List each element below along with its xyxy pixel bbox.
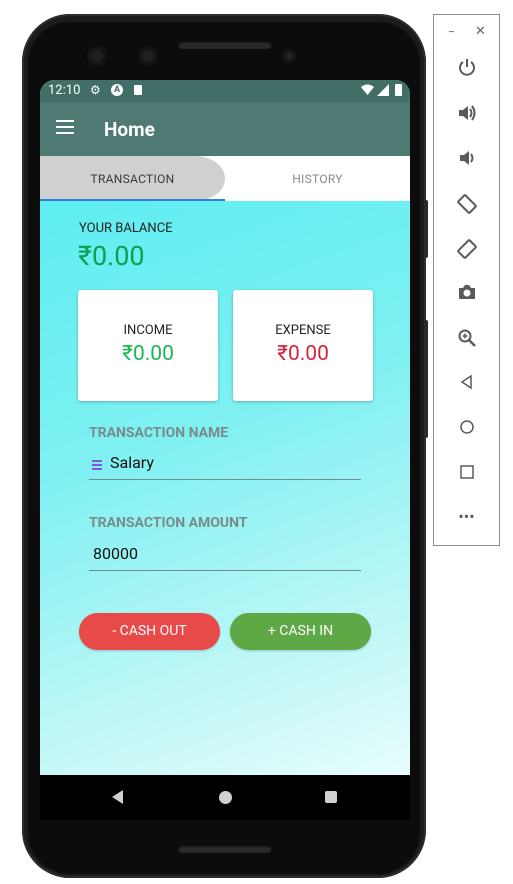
power-button-hw xyxy=(424,200,428,258)
volume-down-icon[interactable] xyxy=(434,148,499,173)
expense-label: EXPENSE xyxy=(275,323,331,338)
income-card: INCOME ₹0.00 xyxy=(78,290,218,401)
expense-card: EXPENSE ₹0.00 xyxy=(233,290,373,401)
device-screen: 12:10 ⚙ A Home TRANSACTION HISTORY YOUR … xyxy=(40,80,410,775)
close-icon[interactable]: ✕ xyxy=(475,24,486,39)
back-icon[interactable] xyxy=(434,374,499,395)
home-icon[interactable] xyxy=(434,419,499,440)
transaction-name-label: TRANSACTION NAME xyxy=(89,425,229,441)
tab-bar: TRANSACTION HISTORY xyxy=(40,156,410,201)
income-value: ₹0.00 xyxy=(122,342,174,366)
cash-out-button[interactable]: - CASH OUT xyxy=(79,613,220,650)
minimize-icon[interactable]: − xyxy=(448,25,455,39)
transaction-amount-label: TRANSACTION AMOUNT xyxy=(89,515,248,531)
tab-transaction[interactable]: TRANSACTION xyxy=(40,156,225,201)
status-time: 12:10 xyxy=(48,83,81,98)
balance-label: YOUR BALANCE xyxy=(79,221,173,236)
rotate-right-icon[interactable] xyxy=(434,238,499,265)
battery-icon xyxy=(395,84,402,96)
front-camera-left xyxy=(89,48,105,64)
zoom-icon[interactable] xyxy=(434,328,499,353)
app-bar: Home xyxy=(40,102,410,156)
volume-button-hw xyxy=(424,320,428,438)
status-bar: 12:10 ⚙ A xyxy=(40,80,410,102)
sd-card-icon xyxy=(134,85,142,95)
balance-value: ₹0.00 xyxy=(78,240,145,272)
signal-icon xyxy=(377,84,389,99)
power-icon[interactable] xyxy=(434,57,499,82)
wifi-icon xyxy=(361,84,374,99)
transaction-panel: YOUR BALANCE ₹0.00 INCOME ₹0.00 EXPENSE … xyxy=(40,201,410,775)
navigation-bar xyxy=(40,775,410,820)
more-icon[interactable]: ••• xyxy=(434,507,499,526)
front-camera-right xyxy=(140,48,156,64)
nav-recents-icon[interactable] xyxy=(325,791,337,803)
rotate-left-icon[interactable] xyxy=(434,193,499,220)
nav-home-icon[interactable] xyxy=(219,791,232,804)
earpiece-speaker xyxy=(178,41,272,49)
hamburger-menu-icon[interactable] xyxy=(56,120,74,134)
expense-value: ₹0.00 xyxy=(277,342,329,366)
overview-icon[interactable] xyxy=(434,464,499,485)
nav-back-icon[interactable] xyxy=(112,790,123,804)
emulator-toolbar: − ✕ ••• xyxy=(433,14,500,546)
transaction-amount-value: 80000 xyxy=(93,544,138,563)
bottom-speaker xyxy=(178,845,272,853)
tab-history[interactable]: HISTORY xyxy=(225,156,410,201)
transaction-name-field[interactable]: Salary xyxy=(89,447,361,480)
income-label: INCOME xyxy=(123,323,173,338)
android-auto-icon: A xyxy=(111,84,123,96)
camera-icon[interactable] xyxy=(434,283,499,306)
proximity-sensor xyxy=(284,51,294,61)
settings-icon: ⚙ xyxy=(90,83,101,97)
volume-up-icon[interactable] xyxy=(434,103,499,128)
cash-in-button[interactable]: + CASH IN xyxy=(230,613,371,650)
list-icon xyxy=(92,460,102,472)
page-title: Home xyxy=(104,118,155,141)
transaction-name-value: Salary xyxy=(110,453,154,472)
transaction-amount-field[interactable]: 80000 xyxy=(89,538,361,571)
